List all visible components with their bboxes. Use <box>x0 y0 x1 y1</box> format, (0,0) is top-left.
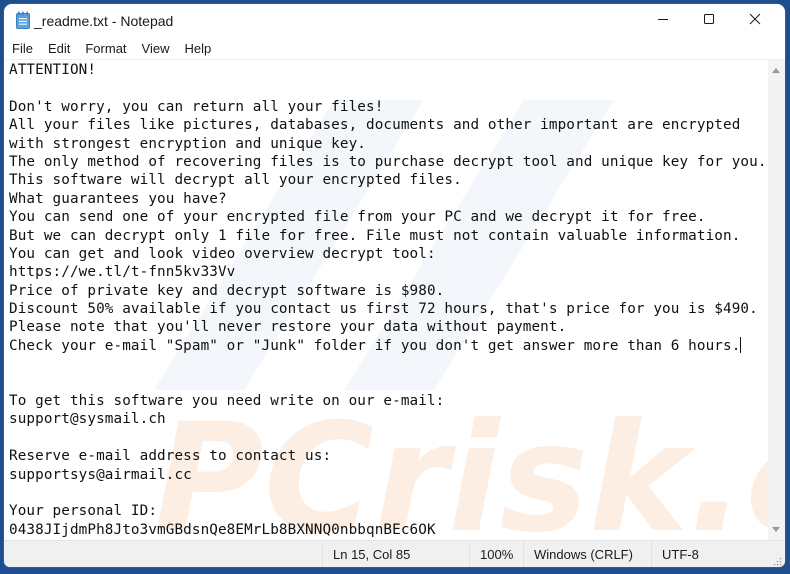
menu-bar: File Edit Format View Help <box>4 38 785 60</box>
window-title: _readme.txt - Notepad <box>34 13 174 29</box>
notepad-icon <box>16 11 30 29</box>
menu-edit[interactable]: Edit <box>44 41 78 56</box>
maximize-button[interactable] <box>686 4 732 38</box>
scroll-down-icon[interactable] <box>772 527 780 532</box>
scroll-up-icon[interactable] <box>772 68 780 73</box>
text-line: https://we.tl/t-fnn5kv33Vv <box>9 264 236 281</box>
text-line: Reserve e-mail address to contact us: <box>9 448 332 465</box>
notepad-window: _readme.txt - Notepad File Edit Format V… <box>4 4 785 567</box>
text-line: Discount 50% available if you contact us… <box>9 301 758 318</box>
maximize-icon <box>703 12 715 30</box>
text-line: But we can decrypt only 1 file for free.… <box>9 227 741 244</box>
text-editor[interactable]: PCrisk.com ATTENTION!Don't worry, you ca… <box>4 60 768 540</box>
menu-file[interactable]: File <box>8 41 41 56</box>
text-line <box>9 374 768 392</box>
text-line: Don't worry, you can return all your fil… <box>9 98 384 115</box>
text-line: Please note that you'll never restore yo… <box>9 319 567 336</box>
text-line: You can get and look video overview decr… <box>9 245 436 262</box>
vertical-scrollbar[interactable] <box>768 60 785 540</box>
text-line: with strongest encryption and unique key… <box>9 135 367 152</box>
text-line: ATTENTION! <box>9 62 97 78</box>
text-line: supportsys@airmail.cc <box>9 466 192 483</box>
close-icon <box>749 12 761 30</box>
menu-format[interactable]: Format <box>81 41 134 56</box>
text-line: This software will decrypt all your encr… <box>9 172 462 189</box>
text-line <box>9 355 768 373</box>
text-line <box>9 429 768 447</box>
text-line: 0438JIjdmPh8Jto3vmGBdsnQe8EMrLb8BXNNQ0nb… <box>9 521 436 538</box>
text-line: The only method of recovering files is t… <box>9 153 767 170</box>
close-button[interactable] <box>732 4 778 38</box>
text-line: You can send one of your encrypted file … <box>9 209 706 226</box>
text-line: Price of private key and decrypt softwar… <box>9 282 445 299</box>
text-line: To get this software you need write on o… <box>9 393 445 410</box>
document-text[interactable]: ATTENTION! Don't worry, you can return al… <box>9 61 768 539</box>
encoding: UTF-8 <box>651 541 771 567</box>
minimize-icon <box>657 12 669 30</box>
menu-view[interactable]: View <box>138 41 178 56</box>
text-line: All your files like pictures, databases,… <box>9 117 741 134</box>
resize-grip-icon[interactable] <box>772 554 782 566</box>
cursor-position: Ln 15, Col 85 <box>322 541 469 567</box>
text-line <box>9 79 768 97</box>
text-line <box>9 484 768 502</box>
status-bar: Ln 15, Col 85 100% Windows (CRLF) UTF-8 <box>4 540 785 567</box>
text-line: Check your e-mail "Spam" or "Junk" folde… <box>9 336 742 354</box>
text-line: support@sysmail.ch <box>9 411 166 428</box>
line-ending: Windows (CRLF) <box>523 541 651 567</box>
menu-help[interactable]: Help <box>180 41 219 56</box>
minimize-button[interactable] <box>640 4 686 38</box>
text-line: Your personal ID: <box>9 503 158 520</box>
text-caret <box>740 336 742 353</box>
zoom-level: 100% <box>469 541 523 567</box>
text-line: What guarantees you have? <box>9 190 227 207</box>
title-bar[interactable]: _readme.txt - Notepad <box>4 4 785 38</box>
